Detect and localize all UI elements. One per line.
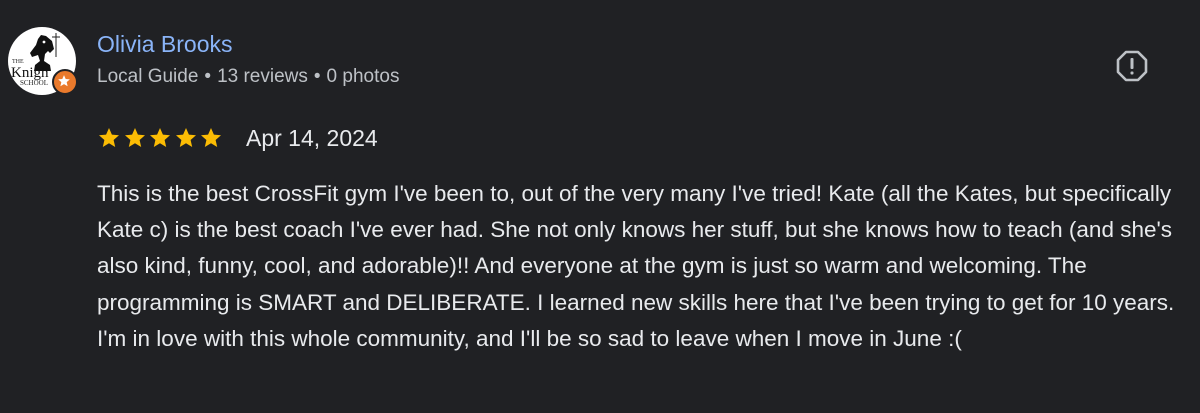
review-date: Apr 14, 2024 — [246, 125, 378, 151]
star-filled-icon — [124, 128, 145, 147]
star-filled-icon — [175, 128, 196, 147]
star-filled-icon — [99, 128, 119, 147]
report-flag-icon — [1116, 50, 1148, 82]
star-rating — [97, 126, 225, 150]
avatar[interactable]: THE Knigh SCHOOL — [8, 27, 78, 95]
svg-text:SCHOOL: SCHOOL — [20, 79, 48, 87]
meta-separator: • — [313, 66, 321, 87]
local-guide-label: Local Guide — [97, 66, 199, 87]
meta-separator: • — [204, 66, 212, 87]
report-button[interactable] — [1113, 47, 1151, 85]
review-count: 13 reviews — [217, 66, 308, 87]
local-guide-star-icon — [52, 69, 78, 95]
author-meta: Local Guide • 13 reviews • 0 photos — [97, 66, 399, 88]
photo-count: 0 photos — [326, 66, 400, 87]
author-name[interactable]: Olivia Brooks — [97, 31, 232, 58]
review-card: THE Knigh SCHOOL Olivia Brooks Local Gui… — [0, 0, 1200, 413]
star-filled-icon — [150, 128, 170, 147]
review-text: This is the best CrossFit gym I've been … — [97, 181, 1175, 351]
star-filled-icon — [201, 128, 221, 147]
